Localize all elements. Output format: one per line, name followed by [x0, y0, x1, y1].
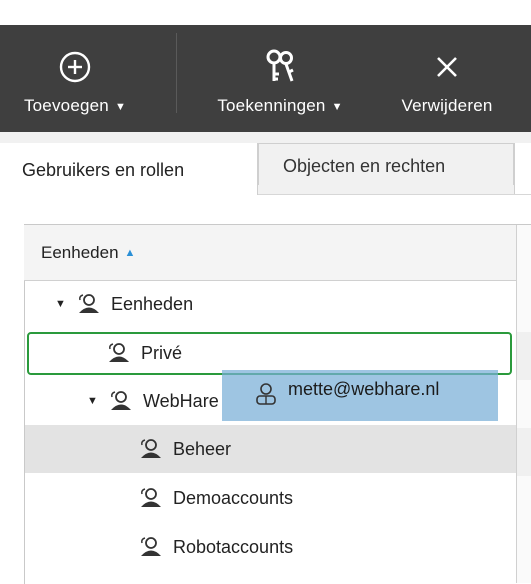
- delete-button-label: Verwijderen: [401, 96, 493, 115]
- drag-ghost-user: mette@webhare.nl: [222, 370, 498, 421]
- tab-users-and-roles[interactable]: Gebruikers en rollen: [0, 143, 258, 195]
- add-button[interactable]: Toevoegen ▼: [0, 25, 150, 132]
- delete-button[interactable]: Verwijderen: [382, 25, 512, 132]
- column-header-units[interactable]: Eenheden ▲: [24, 225, 516, 281]
- sort-ascending-icon: ▲: [124, 247, 136, 260]
- tree-row-label: Eenheden: [111, 294, 194, 314]
- chevron-down-icon: ▼: [331, 100, 343, 113]
- keys-icon: [192, 47, 368, 87]
- plus-circle-icon: [0, 47, 150, 87]
- user-group-icon: [141, 537, 161, 556]
- user-group-icon: [141, 439, 161, 458]
- tree-row-demoaccounts[interactable]: Demoaccounts: [25, 474, 516, 522]
- user-icon: [256, 383, 276, 405]
- expand-toggle-icon[interactable]: ▼: [87, 377, 98, 425]
- close-icon: [382, 47, 512, 87]
- tab-bar-overflow: [514, 143, 531, 194]
- row-stripe: [517, 428, 531, 476]
- user-group-icon: [141, 488, 161, 507]
- user-group-icon: [111, 391, 131, 410]
- tree-row-label: Beheer: [173, 439, 232, 459]
- row-stripe: [517, 332, 531, 380]
- column-header-label: Eenheden: [41, 243, 119, 262]
- drag-ghost-label: mette@webhare.nl: [288, 379, 440, 399]
- expand-toggle-icon[interactable]: ▼: [55, 280, 66, 328]
- tree-row-robotaccounts[interactable]: Robotaccounts: [25, 523, 516, 571]
- tab-objects-and-rights[interactable]: Objecten en rechten: [258, 143, 514, 185]
- assignments-button-label: Toekenningen: [217, 96, 326, 115]
- column-header-secondary: [516, 225, 531, 583]
- user-group-icon: [79, 294, 99, 313]
- tree-row-label: Demoaccounts: [173, 488, 294, 508]
- tree-row-eenheden[interactable]: ▼ Eenheden: [25, 280, 516, 328]
- toolbar-divider: [176, 33, 177, 113]
- chevron-down-icon: ▼: [114, 100, 127, 113]
- tree-row-beheer[interactable]: Beheer: [25, 425, 516, 473]
- tree-row-label: WebHare: [143, 391, 219, 411]
- toolbar: Toevoegen ▼ Toekenningen ▼ Verwijderen: [0, 25, 531, 132]
- assignments-button[interactable]: Toekenningen ▼: [192, 25, 368, 132]
- add-button-label: Toevoegen: [23, 96, 109, 115]
- tree-row-label: Robotaccounts: [173, 537, 294, 557]
